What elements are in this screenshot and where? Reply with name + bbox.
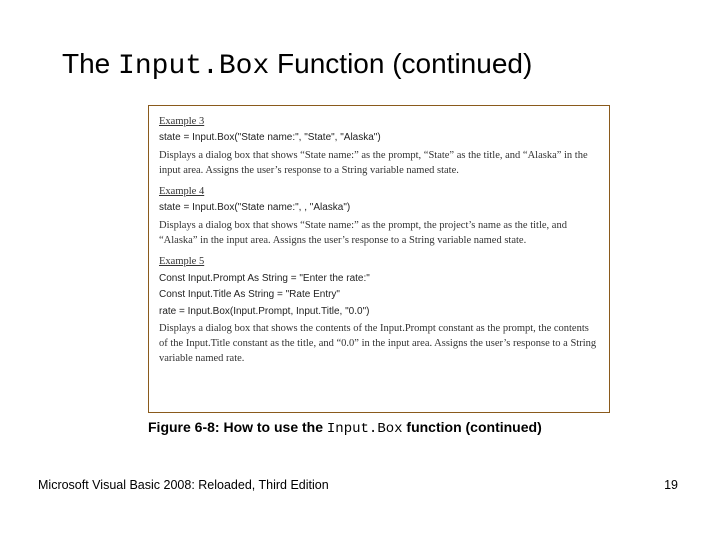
example-code-line: Const Input.Title As String = "Rate Entr… <box>159 288 599 303</box>
example-code-line: state = Input.Box("State name:", "State"… <box>159 131 599 146</box>
example-label: Example 5 <box>159 254 599 269</box>
title-pre: The <box>62 48 118 79</box>
example-description: Displays a dialog box that shows “State … <box>159 148 599 178</box>
slide-title: The Input.Box Function (continued) <box>62 48 680 82</box>
caption-post: function (continued) <box>403 419 542 435</box>
example-code-line: rate = Input.Box(Input.Prompt, Input.Tit… <box>159 305 599 320</box>
figure-box: Example 3 state = Input.Box("State name:… <box>148 105 610 413</box>
slide: The Input.Box Function (continued) Examp… <box>0 0 720 540</box>
example-label: Example 4 <box>159 184 599 199</box>
example-description: Displays a dialog box that shows “State … <box>159 218 599 248</box>
example-code-line: Const Input.Prompt As String = "Enter th… <box>159 272 599 287</box>
example-code-line: state = Input.Box("State name:", , "Alas… <box>159 201 599 216</box>
page-number: 19 <box>664 478 678 492</box>
example-description: Displays a dialog box that shows the con… <box>159 321 599 367</box>
footer-text: Microsoft Visual Basic 2008: Reloaded, T… <box>38 478 329 492</box>
caption-pre: Figure 6-8: How to use the <box>148 419 327 435</box>
title-code: Input.Box <box>118 51 269 82</box>
title-post: Function (continued) <box>269 48 532 79</box>
figure-caption: Figure 6-8: How to use the Input.Box fun… <box>148 418 568 439</box>
caption-code: Input.Box <box>327 421 403 437</box>
example-label: Example 3 <box>159 114 599 129</box>
